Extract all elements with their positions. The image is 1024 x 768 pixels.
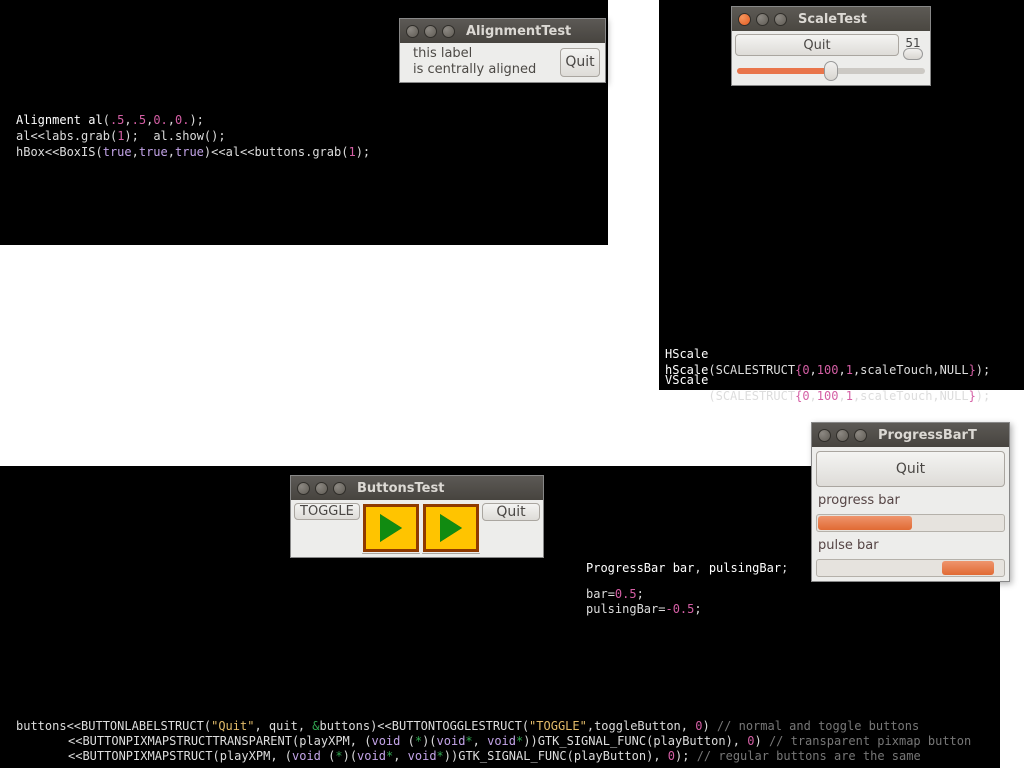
window-body: Quit progress bar pulse bar [812,447,1009,581]
code-line: <<BUTTONPIXMAPSTRUCT(playXPM, (void (*)(… [68,748,921,764]
hscale-fill [737,68,831,74]
pulse-bar [816,559,1005,577]
maximize-icon[interactable] [854,429,867,442]
quit-button[interactable]: Quit [816,451,1005,487]
code-line: buttons<<BUTTONLABELSTRUCT("Quit", quit,… [16,718,919,734]
aligned-label: this label is centrally aligned [403,46,558,79]
minimize-icon[interactable] [315,482,328,495]
close-icon[interactable] [406,25,419,38]
code-line: <<BUTTONPIXMAPSTRUCTTRANSPARENT(playXPM,… [68,733,971,749]
window-body: TOGGLE Quit [291,500,543,557]
window-title: AlignmentTest [466,24,571,39]
hscale[interactable] [737,68,925,74]
titlebar[interactable]: ScaleTest [732,7,930,31]
code-line: ProgressBar bar, pulsingBar; [586,560,788,576]
close-icon[interactable] [818,429,831,442]
play-icon [440,514,462,542]
scale-window: ScaleTest Quit 51 [731,6,931,86]
pulse-bar-label: pulse bar [816,536,1005,555]
pulse-bar-chunk [942,561,994,575]
maximize-icon[interactable] [442,25,455,38]
maximize-icon[interactable] [333,482,346,495]
titlebar[interactable]: ProgressBarT [812,423,1009,447]
window-body: this label is centrally aligned Quit [400,43,605,82]
progress-bar [816,514,1005,532]
code-line: bar=0.5; [586,586,644,602]
titlebar[interactable]: ButtonsTest [291,476,543,500]
toggle-button[interactable]: TOGGLE [294,503,360,520]
code-line: pulsingBar=-0.5; [586,601,702,617]
close-icon[interactable] [738,13,751,26]
close-icon[interactable] [297,482,310,495]
window-title: ScaleTest [798,12,867,27]
play-button-transparent[interactable] [362,503,420,554]
window-title: ButtonsTest [357,481,444,496]
code-line: al<<labs.grab(1); al.show(); [16,128,608,144]
minimize-icon[interactable] [756,13,769,26]
quit-button[interactable]: Quit [482,503,540,521]
minimize-icon[interactable] [836,429,849,442]
quit-button[interactable]: Quit [560,48,600,77]
play-button[interactable] [422,503,480,554]
code-line: VScale vScale(SCALESTRUCT{0,100,1,scaleT… [665,372,1024,404]
progress-bar-fill [818,516,912,530]
code-line: hBox<<BoxIS(true,true,true)<<al<<buttons… [16,144,608,160]
progress-bar-label: progress bar [816,491,1005,510]
hscale-thumb[interactable] [824,61,838,81]
vscale-thumb[interactable] [903,48,923,60]
alignment-window: AlignmentTest this label is centrally al… [399,18,606,83]
maximize-icon[interactable] [774,13,787,26]
window-body: Quit 51 [732,31,930,85]
window-title: ProgressBarT [878,428,977,443]
code-line: Alignment al(.5,.5,0.,0.); [16,112,608,128]
progressbar-window: ProgressBarT Quit progress bar pulse bar [811,422,1010,582]
titlebar[interactable]: AlignmentTest [400,19,605,43]
minimize-icon[interactable] [424,25,437,38]
quit-button[interactable]: Quit [735,34,899,56]
play-icon [380,514,402,542]
buttons-window: ButtonsTest TOGGLE Quit [290,475,544,558]
